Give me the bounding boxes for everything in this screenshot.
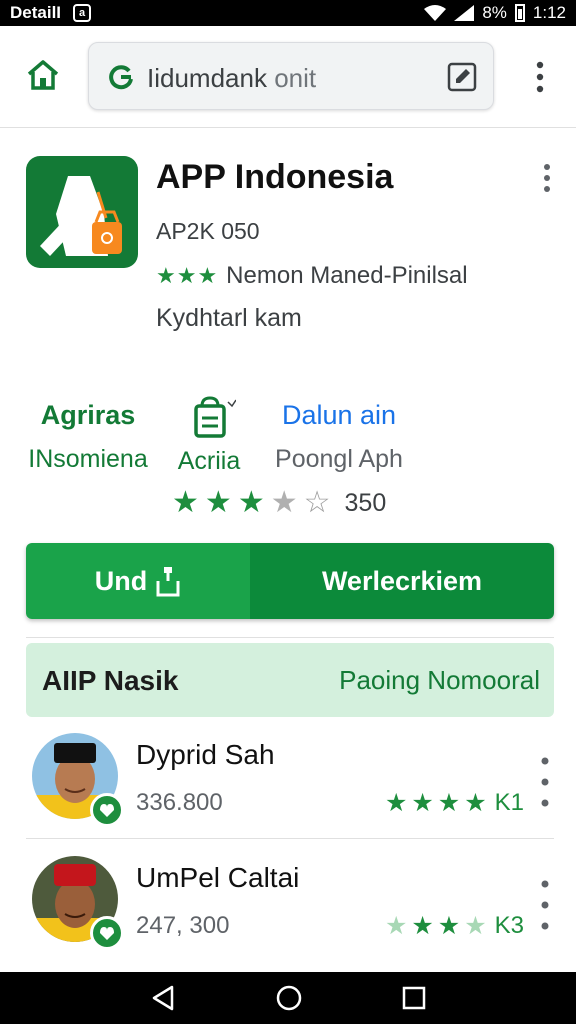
open-label: Werlecrkiem xyxy=(321,565,483,596)
signal-icon xyxy=(454,5,475,21)
review-stars: ★ ★ ★ ★ K3 xyxy=(385,912,524,940)
recents-icon[interactable] xyxy=(402,986,426,1010)
info-column-3[interactable]: Dalun ain Poongl Aph xyxy=(268,400,410,474)
more-vert-icon[interactable] xyxy=(536,878,554,932)
rating-star: ★ xyxy=(237,486,265,519)
review-item[interactable]: Dyprid Sah 336.800 ★ ★ ★ ★ K1 xyxy=(26,733,554,849)
more-vert-icon[interactable] xyxy=(536,755,554,809)
notification-icon: a xyxy=(73,4,92,22)
info-col1-bottom: INsomiena xyxy=(28,445,148,473)
app-icon xyxy=(26,156,138,268)
review-name: UmPel Caltai xyxy=(136,862,300,893)
verified-icon xyxy=(90,916,124,950)
app-developer: AP2K 050 xyxy=(156,218,260,244)
rating-count: 350 xyxy=(344,488,387,517)
rating-stars: ★ ★ ★ ★ ☆ xyxy=(172,488,331,518)
review-item[interactable]: UmPel Caltai 247, 300 ★ ★ ★ ★ K3 xyxy=(26,856,554,972)
address-text: Iidumdank onit xyxy=(147,63,316,94)
app-subtitle: Kydhtarl kam xyxy=(156,304,302,332)
status-right: 8% 1:12 xyxy=(424,3,566,23)
rating-row: ★ ★ ★ ★ ☆ 350 xyxy=(172,488,386,518)
review-star: ★ xyxy=(384,911,408,940)
review-star: ★ xyxy=(411,788,434,817)
review-star: ★ xyxy=(411,911,434,940)
install-label: Und xyxy=(94,565,148,596)
status-time: 1:12 xyxy=(532,3,566,22)
home-circle-icon[interactable] xyxy=(275,984,303,1012)
install-button[interactable]: Und xyxy=(26,543,250,619)
home-icon xyxy=(27,60,59,90)
review-name: Dyprid Sah xyxy=(136,739,275,770)
app-rating-row: ★★★ Nemon Maned-Pinilsal xyxy=(156,262,468,290)
app-rating-stars: ★★★ xyxy=(156,263,219,288)
info-col3-bottom: Poongl Aph xyxy=(275,445,403,473)
app-more-icon[interactable] xyxy=(536,162,558,194)
app-logo-icon xyxy=(40,176,122,256)
edit-icon[interactable] xyxy=(445,60,479,94)
review-star: ★ xyxy=(464,788,487,817)
verified-icon xyxy=(90,793,124,827)
review-label: K1 xyxy=(494,789,524,816)
info-column-2[interactable]: Acriia xyxy=(164,396,254,476)
open-button[interactable]: Werlecrkiem xyxy=(250,543,554,619)
action-button-group: Und Werlecrkiem xyxy=(26,543,554,619)
app-title: APP Indonesia xyxy=(156,158,394,196)
address-bar[interactable]: Iidumdank onit xyxy=(88,42,494,110)
info-col3-top: Dalun ain xyxy=(281,400,397,430)
review-stars: ★ ★ ★ ★ K1 xyxy=(385,789,524,817)
download-icon xyxy=(156,567,180,597)
review-star: ★ xyxy=(384,788,408,817)
system-nav-bar xyxy=(0,972,576,1024)
section-header: AIIP Nasik Paoing Nomooral xyxy=(26,643,554,717)
divider xyxy=(26,838,554,839)
review-star: ★ xyxy=(437,911,461,940)
status-bar: DetailI a 8% 1:12 xyxy=(0,0,576,26)
status-left: DetailI a xyxy=(10,3,92,23)
section-title: AIIP Nasik xyxy=(42,665,179,696)
info-column-1[interactable]: Agriras INsomiena xyxy=(26,400,150,474)
rating-star: ★ xyxy=(172,486,199,519)
review-count: 247, 300 xyxy=(136,912,230,939)
back-icon[interactable] xyxy=(150,984,176,1012)
section-link[interactable]: Paoing Nomooral xyxy=(339,665,540,696)
rating-star: ★ xyxy=(270,486,298,519)
wifi-icon xyxy=(424,5,447,21)
rating-star: ★ xyxy=(204,486,232,519)
url-prefix: Iidumdank xyxy=(147,63,267,93)
battery-icon xyxy=(514,4,525,22)
review-count: 336.800 xyxy=(136,789,223,816)
status-label: DetailI xyxy=(10,3,62,22)
reload-icon xyxy=(109,65,133,90)
info-col2-bottom: Acriia xyxy=(177,447,241,475)
divider xyxy=(26,637,554,638)
more-vert-icon[interactable] xyxy=(528,60,552,94)
review-star: ★ xyxy=(437,788,461,817)
browser-toolbar: Iidumdank onit xyxy=(0,26,576,128)
bag-icon xyxy=(194,396,237,438)
review-label: K3 xyxy=(494,912,524,939)
url-suffix: onit xyxy=(274,63,317,93)
app-rating-text: Nemon Maned-Pinilsal xyxy=(226,262,468,289)
review-star: ★ xyxy=(464,911,487,940)
home-button[interactable] xyxy=(24,56,62,94)
rating-star: ☆ xyxy=(303,486,331,519)
info-col1-top: Agriras xyxy=(40,400,136,430)
battery-percent: 8% xyxy=(482,3,507,22)
